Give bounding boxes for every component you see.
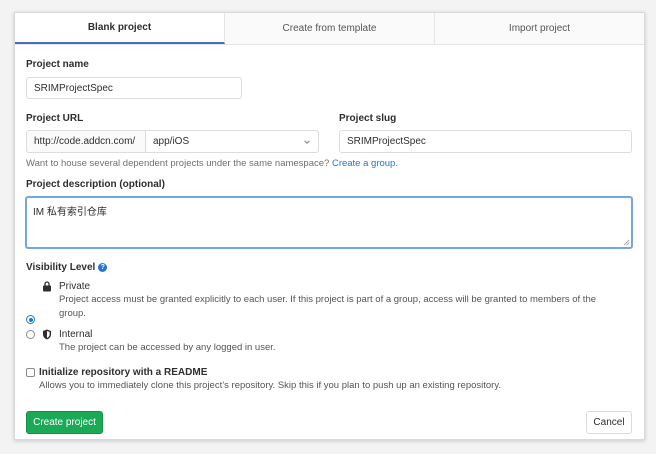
readme-title: Initialize repository with a README (39, 367, 208, 378)
private-desc-line2: group. (59, 308, 86, 319)
visibility-level-text: Visibility Level (26, 262, 96, 273)
tab-create-from-template[interactable]: Create from template (225, 13, 435, 44)
namespace-value: app/iOS (153, 136, 190, 147)
help-icon[interactable]: ? (98, 262, 108, 272)
namespace-hint-text: Want to house several dependent projects… (26, 158, 330, 169)
project-name-input[interactable]: SRIMProjectSpec (26, 77, 242, 99)
cancel-button[interactable]: Cancel (586, 411, 632, 434)
tab-blank-project[interactable]: Blank project (15, 13, 225, 44)
shield-icon (43, 329, 51, 340)
project-slug-label: Project slug (339, 113, 397, 124)
readme-checkbox[interactable] (26, 368, 35, 377)
private-desc-line1: Project access must be granted explicitl… (59, 294, 597, 305)
internal-option-description: The project can be accessed by any logge… (59, 342, 276, 353)
resize-grip-icon[interactable] (623, 239, 630, 246)
lock-icon (43, 281, 51, 292)
project-tabs: Blank project Create from template Impor… (15, 13, 644, 45)
project-description-textarea[interactable] (25, 196, 633, 249)
project-slug-input[interactable]: SRIMProjectSpec (339, 130, 632, 153)
namespace-select[interactable]: app/iOS (146, 130, 319, 153)
create-project-button[interactable]: Create project (26, 411, 103, 434)
internal-radio[interactable] (26, 330, 35, 339)
project-name-label: Project name (26, 59, 89, 70)
readme-description: Allows you to immediately clone this pro… (39, 380, 502, 391)
internal-option-title: Internal (59, 329, 93, 340)
create-group-link[interactable]: Create a group. (332, 158, 398, 169)
project-url-label: Project URL (26, 113, 84, 124)
new-project-panel: Blank project Create from template Impor… (14, 12, 645, 440)
namespace-hint: Want to house several dependent projects… (26, 158, 398, 169)
private-option-description: Project access must be granted explicitl… (59, 293, 634, 321)
project-description-label: Project description (optional) (26, 179, 165, 190)
chevron-down-icon (304, 139, 310, 144)
private-option-title: Private (59, 281, 91, 292)
tab-import-project[interactable]: Import project (435, 13, 644, 44)
private-radio[interactable] (26, 315, 35, 324)
visibility-level-label: Visibility Level? (26, 262, 108, 273)
project-url-prefix: http://code.addcn.com/ (26, 130, 146, 153)
